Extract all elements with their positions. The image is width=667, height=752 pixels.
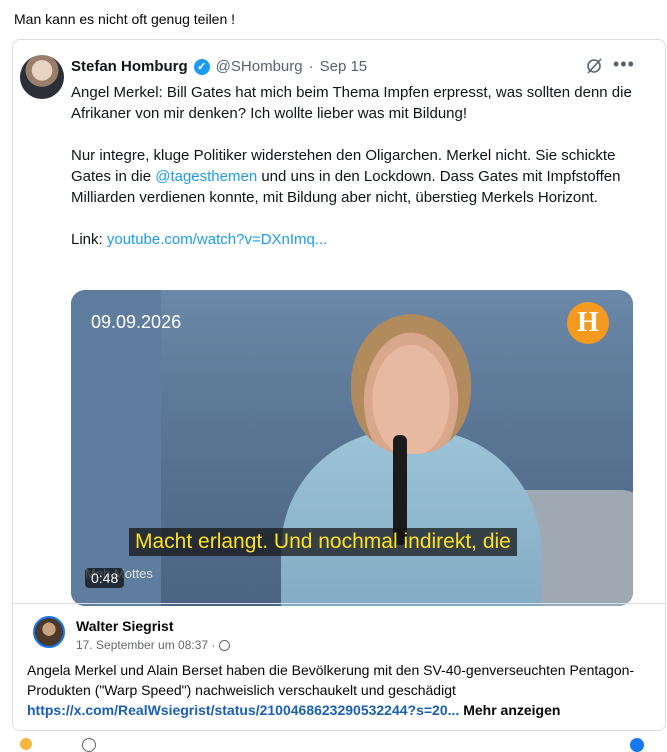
shared-body: Angela Merkel und Alain Berset haben die… [27, 662, 635, 698]
shared-timestamp[interactable]: 17. September um 08:37 · [76, 638, 215, 652]
channel-logo-icon: H [567, 302, 609, 344]
globe-icon [219, 639, 231, 651]
shared-post-text: Angela Merkel und Alain Berset haben die… [27, 660, 657, 720]
video-player[interactable]: 09.09.2026 H Macht erlangt. Und nochmal … [71, 290, 633, 606]
tweet-body: Angel Merkel: Bill Gates hat mich beim T… [71, 82, 641, 271]
post-text: Man kann es nicht oft genug teilen ! [14, 11, 236, 27]
shared-post-section: Walter Siegrist 17. September um 08:37 ·… [13, 603, 665, 730]
video-background-panel [71, 290, 161, 606]
video-date: 09.09.2026 [91, 312, 182, 332]
tweet-paragraph-2: Nur integre, kluge Politiker widerstehen… [71, 145, 641, 208]
video-duration: 0:48 [85, 568, 125, 588]
tweet-date[interactable]: Sep 15 [320, 58, 368, 75]
tweet-avatar[interactable] [20, 55, 64, 99]
video-person-head [351, 314, 471, 454]
grok-icon[interactable] [585, 57, 603, 75]
verified-badge-icon: ✓ [193, 58, 210, 75]
video-person-body [281, 430, 541, 606]
see-more-link[interactable]: Mehr anzeigen [459, 702, 560, 718]
tweet-link-line: Link: youtube.com/watch?v=DXnImq... [71, 229, 641, 250]
tweet-author-name[interactable]: Stefan Homburg [71, 58, 188, 75]
reaction-icon[interactable] [20, 738, 32, 750]
shared-meta: 17. September um 08:37 · [76, 638, 231, 652]
tweet-separator: · [308, 58, 314, 75]
tweet-paragraph-1: Angel Merkel: Bill Gates hat mich beim T… [71, 84, 632, 122]
youtube-link[interactable]: youtube.com/watch?v=DXnImq... [107, 231, 328, 248]
shared-avatar[interactable] [33, 616, 65, 648]
shared-post-card[interactable]: Stefan Homburg ✓ @SHomburg · Sep 15 ••• … [12, 39, 666, 731]
reaction-bar [0, 730, 667, 752]
shared-author-name[interactable]: Walter Siegrist [76, 618, 174, 634]
share-icon[interactable] [630, 738, 644, 752]
mention-link[interactable]: @tagesthemen [155, 168, 257, 185]
embedded-tweet[interactable]: Stefan Homburg ✓ @SHomburg · Sep 15 ••• … [13, 40, 665, 606]
shared-link[interactable]: https://x.com/RealWsiegrist/status/21004… [27, 702, 459, 718]
tweet-handle[interactable]: @SHomburg [216, 58, 303, 75]
link-label: Link: [71, 231, 107, 248]
comment-icon[interactable] [82, 738, 96, 752]
video-subtitle: Macht erlangt. Und nochmal indirekt, die [129, 528, 517, 556]
more-options-icon[interactable]: ••• [613, 54, 635, 75]
tweet-header: Stefan Homburg ✓ @SHomburg · Sep 15 [71, 58, 367, 75]
